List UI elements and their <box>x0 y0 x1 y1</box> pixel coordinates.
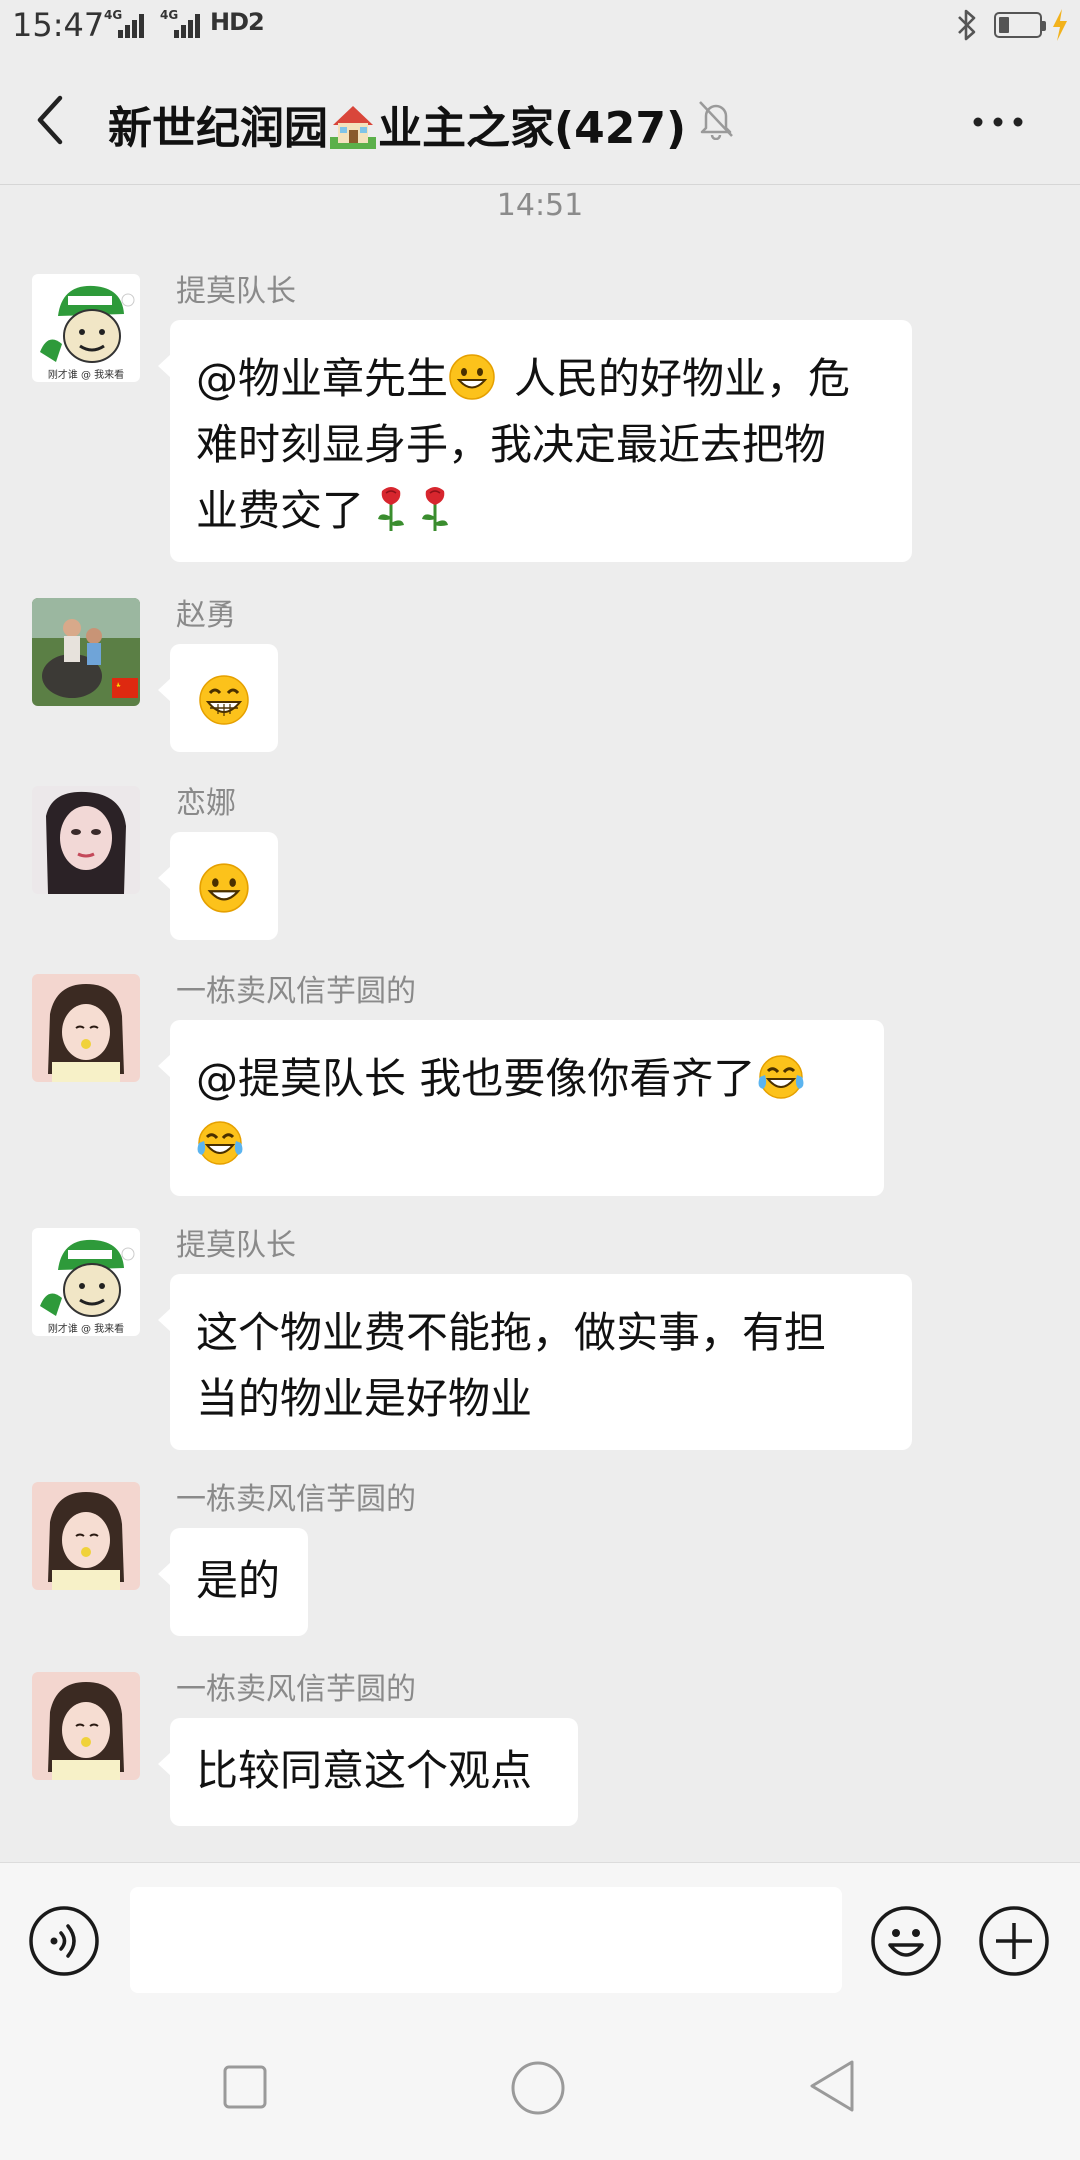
avatar-zhaoyong[interactable] <box>32 598 140 706</box>
back-triangle-icon[interactable] <box>806 2058 858 2114</box>
sender-name: 提莫队长 <box>176 274 296 309</box>
message-timestamp: 14:51 <box>496 188 584 223</box>
sender-name: 赵勇 <box>176 598 236 633</box>
message-text: 当的物业是好物业 <box>196 1374 533 1423</box>
message-bubble[interactable]: 比较同意这个观点 <box>158 1718 578 1826</box>
muted-bell-icon <box>699 101 733 140</box>
sender-name: 一栋卖风信芋圆的 <box>176 974 416 1009</box>
smile-emoji-icon <box>199 863 249 913</box>
message-bubble[interactable]: @提莫队长 我也要像你看齐了 <box>158 1020 884 1196</box>
message-text: 人民的好物业，危 <box>514 354 851 403</box>
message-bubble[interactable] <box>158 832 278 940</box>
message-text: 比较同意这个观点 <box>196 1746 533 1795</box>
rose-emoji-icon <box>422 487 449 531</box>
group-title: 新世纪润园 业主之家(427) <box>108 92 686 156</box>
message-bubble[interactable] <box>158 644 278 752</box>
message-text: 这个物业费不能拖，做实事，有担 <box>196 1308 827 1357</box>
more-functions-plus-icon[interactable] <box>978 1905 1050 1977</box>
avatar-lianna[interactable] <box>32 786 140 894</box>
smile-emoji-icon <box>449 354 495 400</box>
message-input[interactable] <box>130 1887 842 1993</box>
system-navigation-bar <box>0 1994 1080 2160</box>
hd-voice-icon: HD2 <box>210 8 265 36</box>
recent-apps-icon[interactable] <box>222 2064 268 2110</box>
bluetooth-icon <box>958 9 976 41</box>
avatar-yidong[interactable] <box>32 1482 140 1590</box>
message-bubble[interactable]: 这个物业费不能拖，做实事，有担 当的物业是好物业 <box>158 1274 912 1450</box>
avatar-timo[interactable]: 刚才谁 @ 我来看 <box>32 274 140 382</box>
grin-emoji-icon <box>199 675 249 725</box>
avatar-caption: 刚才谁 @ 我来看 <box>47 1324 125 1335</box>
message-text: @物业章先生 <box>196 354 449 403</box>
avatar-caption: 刚才谁 @ 我来看 <box>47 370 125 381</box>
message-text: @提莫队长 我也要像你看齐了 <box>196 1054 756 1103</box>
avatar-yidong[interactable] <box>32 974 140 1082</box>
home-circle-icon[interactable] <box>510 2060 566 2116</box>
emoji-picker-icon[interactable] <box>870 1905 942 1977</box>
status-time: 15:47 <box>12 6 105 44</box>
tears-of-joy-emoji-icon <box>758 1055 804 1099</box>
back-arrow-icon[interactable] <box>30 88 70 152</box>
message-bubble[interactable]: 是的 <box>158 1528 308 1636</box>
sender-name: 恋娜 <box>176 786 236 821</box>
message-input-bar <box>0 1862 1080 1995</box>
sender-name: 一栋卖风信芋圆的 <box>176 1672 416 1707</box>
chat-header: 新世纪润园 业主之家(427) <box>0 56 1080 185</box>
message-bubble[interactable]: @物业章先生 人民的好物业，危 难时刻显身手，我决定最近去把物 业费交了 <box>158 320 912 562</box>
tears-of-joy-emoji-icon <box>197 1121 243 1165</box>
group-title-suffix: 业主之家(427) <box>378 103 687 154</box>
chat-area[interactable]: 14:51 刚才谁 @ 我来看 提莫队长 @物业章先生 人民的好物业，危 难时刻显… <box>0 186 1080 1862</box>
message-text: 难时刻显身手，我决定最近去把物 <box>196 420 827 469</box>
avatar-yidong[interactable] <box>32 1672 140 1780</box>
house-emoji-icon <box>330 106 376 149</box>
rose-emoji-icon <box>378 487 405 531</box>
group-title-name: 新世纪润园 <box>108 103 328 154</box>
message-text: 是的 <box>196 1556 281 1605</box>
voice-input-icon[interactable] <box>28 1905 100 1977</box>
more-options-icon[interactable] <box>968 112 1028 132</box>
battery-icon <box>994 12 1046 38</box>
charging-icon <box>1053 9 1067 41</box>
sender-name: 一栋卖风信芋圆的 <box>176 1482 416 1517</box>
status-bar: 15:47 4G 4G HD2 <box>0 0 1080 56</box>
avatar-timo[interactable]: 刚才谁 @ 我来看 <box>32 1228 140 1336</box>
message-text: 业费交了 <box>196 486 365 535</box>
sender-name: 提莫队长 <box>176 1228 296 1263</box>
